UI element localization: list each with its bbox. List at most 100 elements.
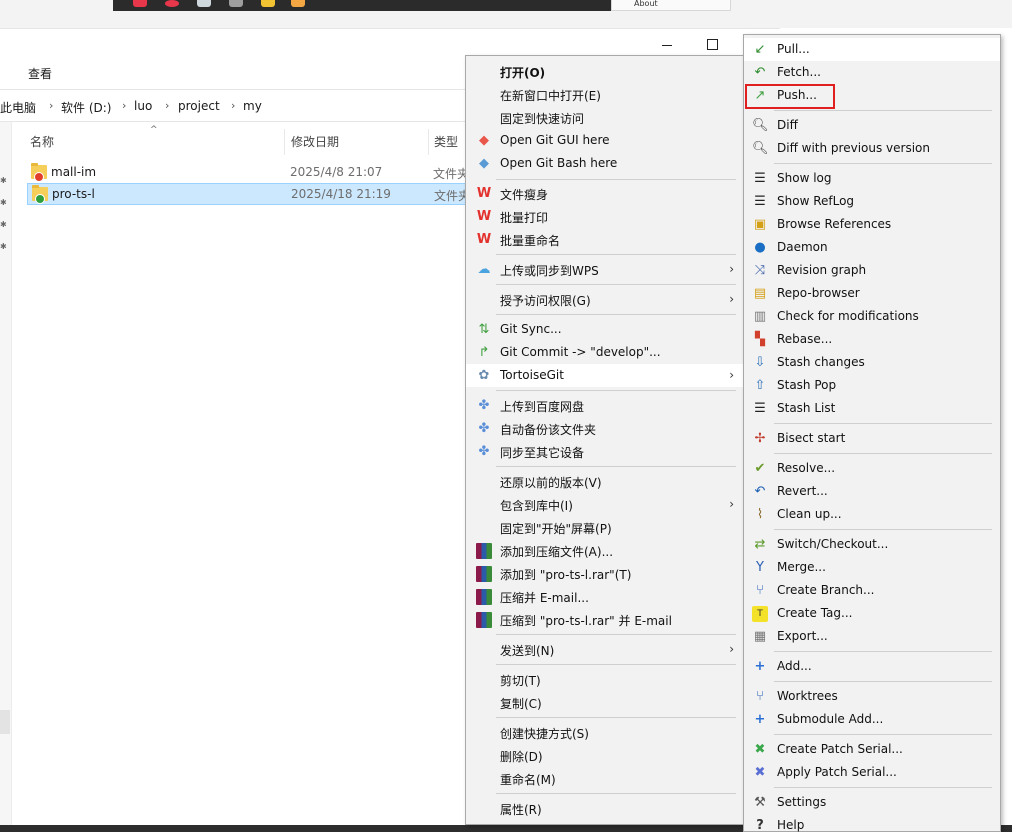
menu-item-daemon[interactable]: ● Daemon — [744, 236, 1000, 259]
column-header-type[interactable]: 类型 — [434, 133, 458, 150]
menu-label: Stash changes — [777, 355, 865, 369]
breadcrumb-project[interactable]: project — [178, 99, 220, 113]
cloud-icon: ☁ — [477, 262, 491, 277]
menu-item-git-commit[interactable]: ↱ Git Commit -> "develop"... — [466, 341, 744, 364]
menu-item-show-log[interactable]: ☰ Show log — [744, 167, 1000, 190]
menu-item-settings[interactable]: ⚒ Settings — [744, 791, 1000, 814]
chevron-right-icon[interactable]: › — [231, 99, 235, 112]
menu-item-clean-up[interactable]: ⌇ Clean up... — [744, 503, 1000, 526]
menu-item-repo-browser[interactable]: ▤ Repo-browser — [744, 282, 1000, 305]
menu-label: Revert... — [777, 484, 828, 498]
menu-item-stash-changes[interactable]: ⇩ Stash changes — [744, 351, 1000, 374]
repo-browser-icon: ▤ — [753, 286, 767, 301]
menu-item-check-modifications[interactable]: ▥ Check for modifications — [744, 305, 1000, 328]
menu-label: Revision graph — [777, 263, 867, 277]
column-header-name[interactable]: 名称 — [30, 133, 54, 150]
menu-item-stash-list[interactable]: ☰ Stash List — [744, 397, 1000, 420]
menu-item-git-gui[interactable]: ◆ Open Git GUI here — [466, 129, 744, 152]
menu-item-compress-email[interactable]: 压缩并 E-mail... — [466, 585, 744, 608]
menu-item-delete[interactable]: 删除(D) — [466, 744, 744, 767]
menu-item-pin-quick-access[interactable]: 固定到快速访问 — [466, 106, 744, 129]
menu-item-create-patch[interactable]: ✖ Create Patch Serial... — [744, 738, 1000, 761]
menu-item-switch-checkout[interactable]: ⇄ Switch/Checkout... — [744, 533, 1000, 556]
breadcrumb-luo[interactable]: luo — [134, 99, 152, 113]
menu-item-apply-patch[interactable]: ✖ Apply Patch Serial... — [744, 761, 1000, 784]
chevron-right-icon[interactable]: › — [49, 99, 53, 112]
menu-label: Open Git Bash here — [500, 156, 618, 170]
menu-item-revision-graph[interactable]: ⤨ Revision graph — [744, 259, 1000, 282]
nav-selected-item[interactable] — [0, 710, 10, 734]
tab-view[interactable]: 查看 — [28, 65, 52, 82]
menu-item-baidu-backup[interactable]: ✤ 自动备份该文件夹 — [466, 417, 744, 440]
menu-item-compress-rar-email[interactable]: 压缩到 "pro-ts-l.rar" 并 E-mail — [466, 608, 744, 631]
minimize-button[interactable] — [656, 35, 680, 55]
menu-item-open-new-window[interactable]: 在新窗口中打开(E) — [466, 83, 744, 106]
menu-item-batch-print[interactable]: W 批量打印 — [466, 205, 744, 228]
menu-item-git-bash[interactable]: ◆ Open Git Bash here — [466, 152, 744, 175]
menu-item-batch-rename[interactable]: W 批量重命名 — [466, 228, 744, 251]
menu-item-pull[interactable]: ↙ Pull... — [744, 38, 1000, 61]
file-row[interactable]: mall-im 2025/4/8 21:07 文件夹 — [27, 162, 477, 184]
menu-item-add-rar[interactable]: 添加到 "pro-ts-l.rar"(T) — [466, 562, 744, 585]
menu-item-file-slim[interactable]: W 文件瘦身 — [466, 182, 744, 205]
menu-item-worktrees[interactable]: ⑂ Worktrees — [744, 685, 1000, 708]
menu-item-diff[interactable]: 🔍︎ Diff — [744, 114, 1000, 137]
menu-item-merge[interactable]: Y Merge... — [744, 556, 1000, 579]
menu-item-create-shortcut[interactable]: 创建快捷方式(S) — [466, 721, 744, 744]
navigation-pane[interactable]: ✱ ✱ ✱ ✱ — [0, 122, 12, 826]
menu-item-add-archive[interactable]: 添加到压缩文件(A)... — [466, 539, 744, 562]
menu-item-send-to[interactable]: 发送到(N) › — [466, 638, 744, 661]
menu-item-export[interactable]: ▦ Export... — [744, 625, 1000, 648]
menu-item-submodule-add[interactable]: + Submodule Add... — [744, 708, 1000, 731]
column-divider[interactable] — [428, 129, 429, 155]
menu-separator — [496, 664, 736, 665]
menu-item-show-reflog[interactable]: ☰ Show RefLog — [744, 190, 1000, 213]
menu-item-baidu-upload[interactable]: ✤ 上传到百度网盘 — [466, 394, 744, 417]
menu-item-copy[interactable]: 复制(C) — [466, 691, 744, 714]
menu-item-rename[interactable]: 重命名(M) — [466, 767, 744, 790]
menu-item-bisect-start[interactable]: ✢ Bisect start — [744, 427, 1000, 450]
menu-item-cut[interactable]: 剪切(T) — [466, 668, 744, 691]
pin-icon[interactable]: ✱ — [0, 243, 8, 251]
menu-item-tortoisegit[interactable]: ✿ TortoiseGit › — [466, 364, 744, 387]
chevron-right-icon[interactable]: › — [122, 99, 126, 112]
pin-icon[interactable]: ✱ — [0, 221, 8, 229]
menu-item-browse-references[interactable]: ▣ Browse References — [744, 213, 1000, 236]
menu-label: Show log — [777, 171, 832, 185]
menu-item-wps-sync[interactable]: ☁ 上传或同步到WPS › — [466, 258, 744, 281]
menu-item-grant-access[interactable]: 授予访问权限(G) › — [466, 288, 744, 311]
chevron-right-icon: › — [729, 368, 734, 382]
menu-item-baidu-sync[interactable]: ✤ 同步至其它设备 — [466, 440, 744, 463]
menu-item-revert[interactable]: ↶ Revert... — [744, 480, 1000, 503]
menu-item-include-library[interactable]: 包含到库中(I) › — [466, 493, 744, 516]
maximize-button[interactable] — [702, 35, 726, 55]
menu-item-git-sync[interactable]: ⇅ Git Sync... — [466, 318, 744, 341]
column-header-modified[interactable]: 修改日期 — [291, 133, 339, 150]
add-icon: + — [754, 712, 766, 727]
menu-item-create-tag[interactable]: T Create Tag... — [744, 602, 1000, 625]
pin-icon[interactable]: ✱ — [0, 177, 8, 185]
column-divider[interactable] — [284, 129, 285, 155]
menu-item-create-branch[interactable]: ⑂ Create Branch... — [744, 579, 1000, 602]
chevron-right-icon[interactable]: › — [165, 99, 169, 112]
menu-item-add[interactable]: + Add... — [744, 655, 1000, 678]
menu-item-diff-previous[interactable]: 🔍︎ Diff with previous version — [744, 137, 1000, 160]
menu-item-help[interactable]: ? Help — [744, 814, 1000, 832]
menu-label: Worktrees — [777, 689, 838, 703]
menu-item-restore-versions[interactable]: 还原以前的版本(V) — [466, 470, 744, 493]
menu-item-fetch[interactable]: ↶ Fetch... — [744, 61, 1000, 84]
pin-icon[interactable]: ✱ — [0, 199, 8, 207]
menu-label: Git Sync... — [500, 322, 562, 336]
menu-item-rebase[interactable]: ▚ Rebase... — [744, 328, 1000, 351]
folder-icon — [32, 185, 48, 204]
menu-item-stash-pop[interactable]: ⇧ Stash Pop — [744, 374, 1000, 397]
breadcrumb-drive[interactable]: 软件 (D:) — [61, 99, 111, 116]
menu-item-resolve[interactable]: ✔ Resolve... — [744, 457, 1000, 480]
file-row-selected[interactable]: pro-ts-l 2025/4/18 21:19 文件夹 — [27, 183, 477, 205]
menu-item-open[interactable]: 打开(O) — [466, 60, 744, 83]
menu-label: 重命名(M) — [500, 773, 556, 787]
breadcrumb-my[interactable]: my — [243, 99, 262, 113]
menu-item-properties[interactable]: 属性(R) — [466, 797, 744, 820]
menu-item-pin-start[interactable]: 固定到"开始"屏幕(P) — [466, 516, 744, 539]
breadcrumb-this-pc[interactable]: 此电脑 — [0, 99, 36, 116]
